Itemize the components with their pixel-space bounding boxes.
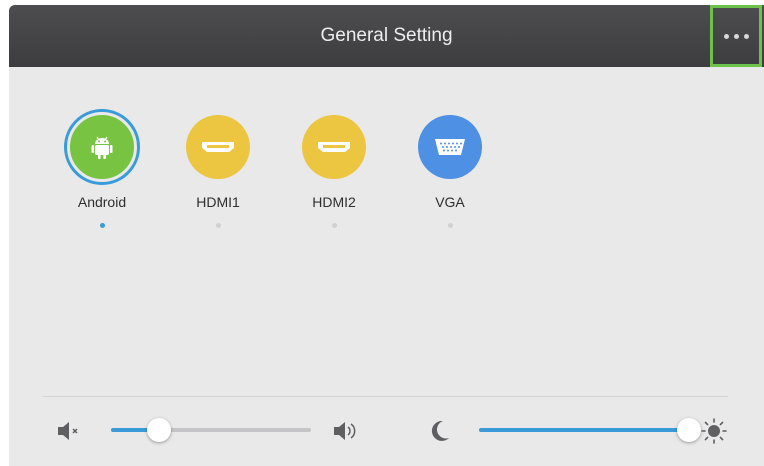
- more-options-button[interactable]: [710, 5, 762, 67]
- settings-panel: General Setting Android HDMI1 HDMI2 VGA: [9, 5, 764, 466]
- source-label-hdmi2: HDMI2: [312, 194, 356, 210]
- source-label-android: Android: [77, 194, 127, 210]
- volume-mute-icon[interactable]: [57, 421, 83, 446]
- android-icon: [67, 112, 137, 182]
- hdmi-icon: [302, 115, 366, 179]
- source-label-hdmi1: HDMI1: [196, 194, 240, 210]
- indicator-dot: [447, 223, 453, 228]
- moon-icon[interactable]: [429, 419, 451, 448]
- source-label-vga: VGA: [435, 194, 465, 210]
- more-horizontal-icon: [723, 33, 749, 39]
- source-vga[interactable]: VGA: [405, 109, 495, 228]
- brightness-slider-fill: [479, 428, 689, 432]
- volume-up-icon[interactable]: [333, 421, 359, 446]
- sun-icon[interactable]: [700, 417, 728, 450]
- divider: [43, 396, 728, 397]
- source-hdmi1[interactable]: HDMI1: [173, 109, 263, 228]
- hdmi-icon: [186, 115, 250, 179]
- source-hdmi2[interactable]: HDMI2: [289, 109, 379, 228]
- brightness-slider[interactable]: [479, 418, 701, 442]
- vga-icon: [418, 115, 482, 179]
- volume-slider[interactable]: [111, 418, 311, 442]
- source-android[interactable]: Android: [57, 109, 147, 228]
- indicator-dot: [215, 223, 221, 228]
- selected-indicator-dot: [99, 223, 105, 228]
- volume-slider-thumb[interactable]: [147, 418, 171, 442]
- brightness-slider-thumb[interactable]: [677, 418, 701, 442]
- page-title: General Setting: [320, 25, 453, 46]
- header-bar: General Setting: [9, 5, 764, 67]
- indicator-dot: [331, 223, 337, 228]
